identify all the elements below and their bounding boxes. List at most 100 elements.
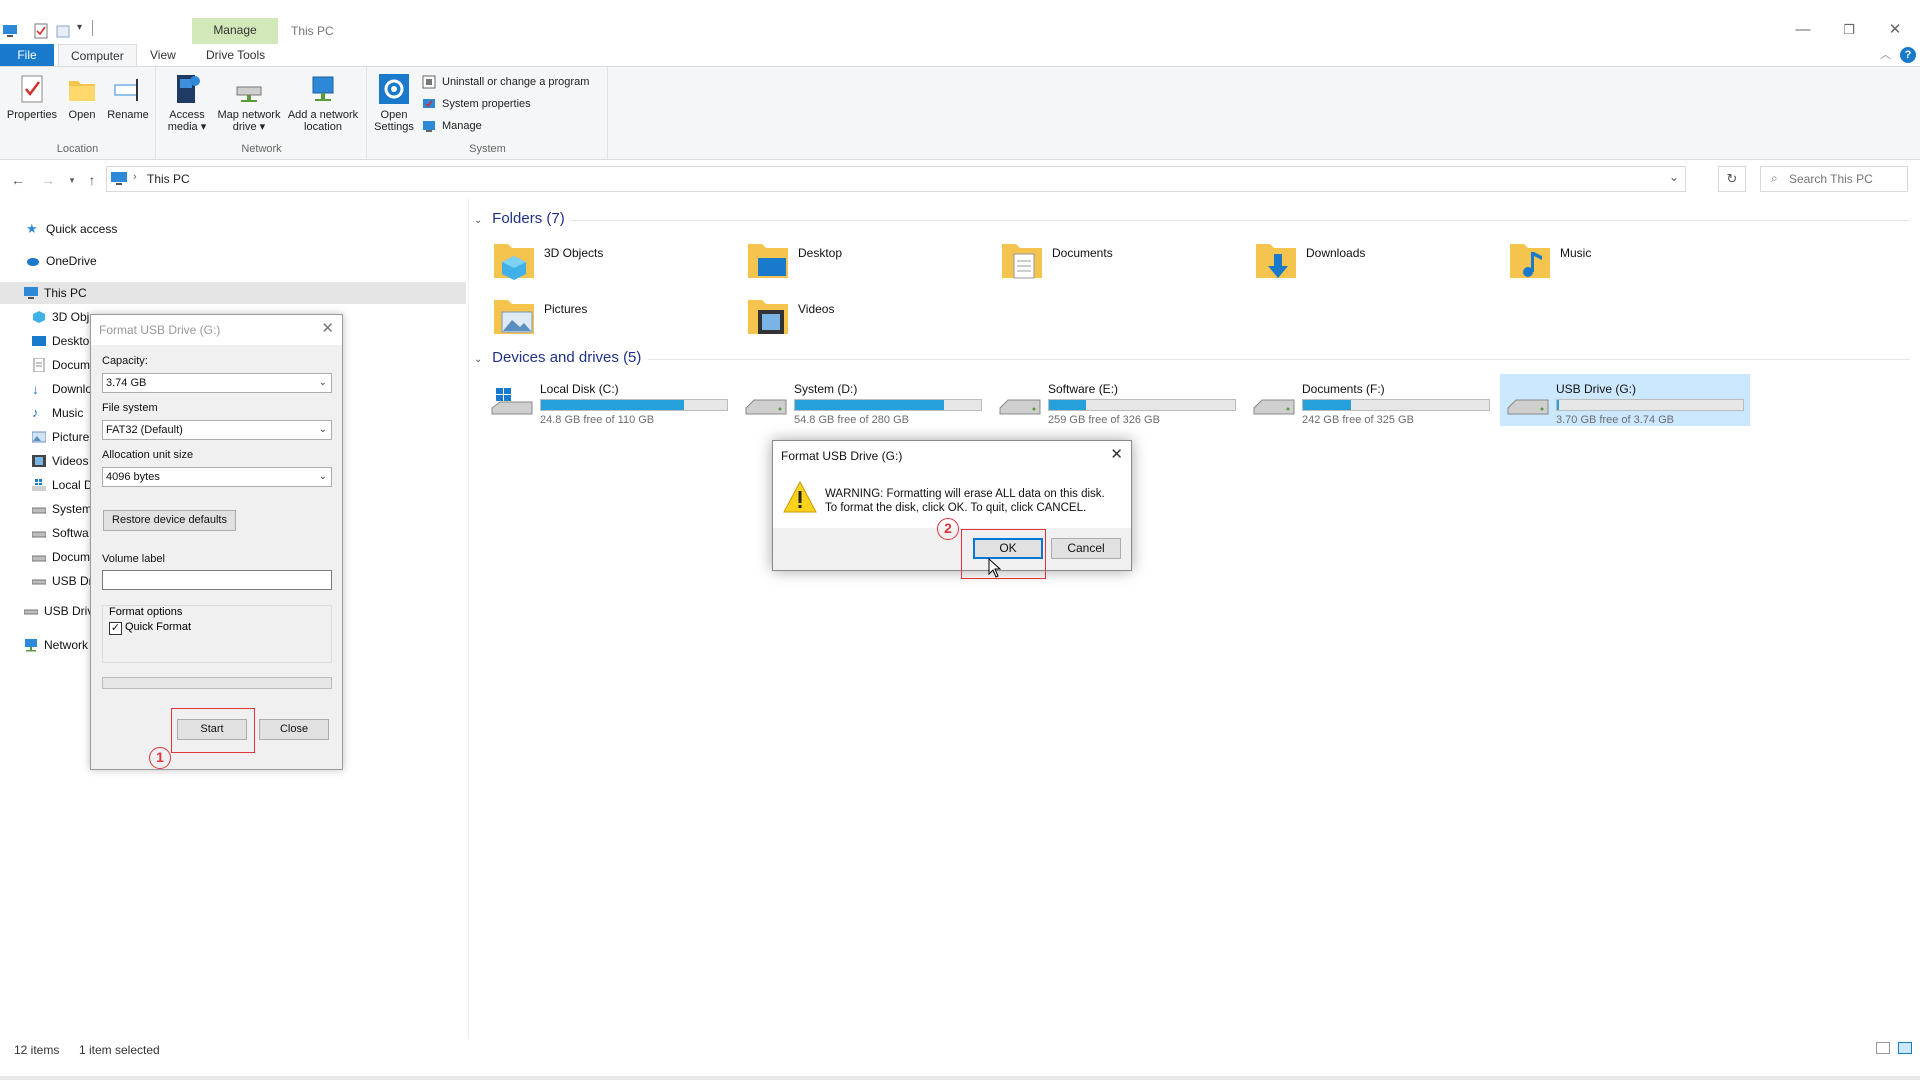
nav-item-onedrive[interactable]: OneDrive	[26, 250, 97, 272]
new-folder-icon[interactable]	[56, 22, 70, 40]
drive-usb-g[interactable]: USB Drive (G:) 3.70 GB free of 3.74 GB	[1500, 374, 1750, 426]
folder-downloads[interactable]: Downloads	[1254, 238, 1484, 290]
manage-button[interactable]: Manage	[422, 117, 482, 135]
collapse-ribbon-icon[interactable]: ︿	[1880, 46, 1891, 62]
downloads-folder-icon	[1256, 244, 1296, 278]
drive-system-d[interactable]: System (D:) 54.8 GB free of 280 GB	[738, 374, 988, 426]
tab-manage[interactable]: Manage	[192, 18, 278, 45]
breadcrumb-this-pc[interactable]: This PC	[147, 172, 190, 186]
item-count: 12 items	[14, 1043, 60, 1057]
open-settings-button[interactable]: Open Settings	[372, 73, 416, 133]
map-network-drive-button[interactable]: Map network drive ▾	[209, 73, 289, 133]
folders-section-header[interactable]: ⌄ Folders (7)	[474, 210, 565, 230]
open-button[interactable]: Open	[62, 73, 102, 121]
nav-label: Downlo	[52, 382, 93, 396]
folder-pictures[interactable]: Pictures	[492, 294, 722, 346]
address-dropdown-icon[interactable]: ⌄	[1669, 170, 1679, 184]
restore-defaults-button[interactable]: Restore device defaults	[103, 510, 236, 531]
add-network-location-button[interactable]: Add a network location	[281, 73, 365, 133]
rename-icon	[114, 79, 138, 101]
nav-item-this-pc[interactable]: This PC	[0, 282, 466, 304]
close-button[interactable]: Close	[259, 719, 329, 740]
tab-drive-tools[interactable]: Drive Tools	[194, 44, 277, 66]
allocation-size-value: 4096 bytes	[106, 471, 160, 483]
capacity-value: 3.74 GB	[106, 377, 147, 389]
quick-format-checkbox[interactable]: ✓	[109, 622, 122, 635]
capacity-select[interactable]: 3.74 GB ⌄	[102, 373, 332, 393]
system-properties-button[interactable]: System properties	[422, 95, 531, 113]
refresh-button[interactable]: ↻	[1718, 166, 1746, 192]
nav-item-downloads[interactable]: ↓ Downlo	[32, 378, 92, 400]
properties-button[interactable]: Properties	[6, 73, 58, 121]
drives-section-header[interactable]: ⌄ Devices and drives (5)	[474, 349, 641, 369]
properties-check-icon[interactable]	[34, 22, 48, 40]
nav-item-music[interactable]: ♪ Music	[32, 402, 83, 424]
nav-item-desktop[interactable]: Deskto	[32, 330, 89, 352]
volume-label-input[interactable]	[102, 570, 332, 590]
ribbon-tabs: File Computer View Drive Tools ︿ ?	[0, 44, 1920, 66]
address-bar[interactable]: › This PC ⌄	[106, 166, 1686, 192]
search-box[interactable]: ⌕	[1760, 166, 1908, 192]
file-system-select[interactable]: FAT32 (Default) ⌄	[102, 420, 332, 440]
add-network-location-icon	[312, 76, 334, 101]
folder-desktop[interactable]: Desktop	[746, 238, 976, 290]
nav-item-software-drive[interactable]: Softwa	[32, 522, 89, 544]
uninstall-program-button[interactable]: Uninstall or change a program	[422, 73, 589, 91]
allocation-size-select[interactable]: 4096 bytes ⌄	[102, 467, 332, 487]
cube-icon	[33, 311, 45, 323]
restore-button[interactable]: ❐	[1826, 16, 1872, 44]
recent-locations-chevron-icon[interactable]: ▾	[62, 170, 82, 190]
quick-access-dropdown-icon[interactable]: ▾	[77, 22, 82, 40]
folder-music[interactable]: Music	[1508, 238, 1738, 290]
drive-free-space: 3.70 GB free of 3.74 GB	[1556, 414, 1675, 426]
minimize-button[interactable]: —	[1780, 16, 1826, 44]
nav-item-quick-access[interactable]: ★ Quick access	[26, 218, 117, 240]
back-arrow-icon[interactable]: ←	[8, 170, 28, 190]
forward-arrow-icon[interactable]: →	[38, 170, 58, 190]
nav-item-usb-drive[interactable]: USB Dri	[32, 570, 95, 592]
folder-videos[interactable]: Videos	[746, 294, 976, 346]
drive-software-e[interactable]: Software (E:) 259 GB free of 326 GB	[992, 374, 1242, 426]
nav-item-network[interactable]: Network	[24, 634, 88, 656]
folder-3d-objects[interactable]: 3D Objects	[492, 238, 722, 290]
nav-item-videos[interactable]: Videos	[32, 450, 88, 472]
collapse-chevron-icon: ⌄	[474, 354, 483, 365]
tab-file[interactable]: File	[0, 44, 54, 66]
nav-item-3d-objects[interactable]: 3D Obj	[32, 306, 89, 328]
nav-item-documents[interactable]: Docum	[32, 354, 90, 376]
access-media-button[interactable]: Access media ▾	[161, 73, 213, 133]
access-media-label-1: Access	[169, 109, 205, 121]
drive-documents-f[interactable]: Documents (F:) 242 GB free of 325 GB	[1246, 374, 1496, 426]
nav-item-usb-drive-root[interactable]: USB Driv	[24, 600, 93, 622]
nav-item-pictures[interactable]: Picture	[32, 426, 89, 448]
annotation-box-ok	[961, 529, 1046, 579]
format-options-label: Format options	[109, 606, 183, 618]
details-view-icon[interactable]	[1876, 1042, 1890, 1054]
uninstall-label: Uninstall or change a program	[442, 76, 590, 88]
folder-documents[interactable]: Documents	[1000, 238, 1230, 290]
uninstall-icon	[422, 75, 436, 89]
cancel-button[interactable]: Cancel	[1051, 538, 1121, 559]
ribbon-group-network: Access media ▾ Map network drive ▾ Add a…	[157, 67, 367, 159]
tab-computer[interactable]: Computer	[58, 44, 137, 66]
search-input[interactable]	[1789, 170, 1901, 188]
status-bar: 12 items 1 item selected	[0, 1040, 1920, 1060]
rename-button[interactable]: Rename	[104, 73, 152, 121]
drive-local-disk-c[interactable]: Local Disk (C:) 24.8 GB free of 110 GB	[484, 374, 734, 426]
allocation-size-label: Allocation unit size	[102, 449, 194, 461]
annotation-number: 2	[944, 520, 952, 536]
close-window-button[interactable]: ✕	[1872, 16, 1918, 44]
large-icons-view-icon[interactable]	[1898, 1042, 1912, 1054]
nav-item-local-disk[interactable]: Local D	[32, 474, 93, 496]
nav-item-documents-drive[interactable]: Docum	[32, 546, 90, 568]
format-dialog-title: Format USB Drive (G:)	[99, 323, 221, 337]
close-icon[interactable]: ✕	[1110, 445, 1123, 463]
help-icon[interactable]: ?	[1900, 47, 1916, 63]
tab-view[interactable]: View	[138, 44, 188, 66]
drive-usage-bar	[1302, 399, 1490, 411]
up-arrow-icon[interactable]: ↑	[82, 170, 102, 190]
computer-icon	[3, 25, 17, 37]
nav-item-system-drive[interactable]: System	[32, 498, 92, 520]
close-icon[interactable]: ✕	[321, 319, 334, 337]
folder-name: Downloads	[1306, 246, 1366, 260]
